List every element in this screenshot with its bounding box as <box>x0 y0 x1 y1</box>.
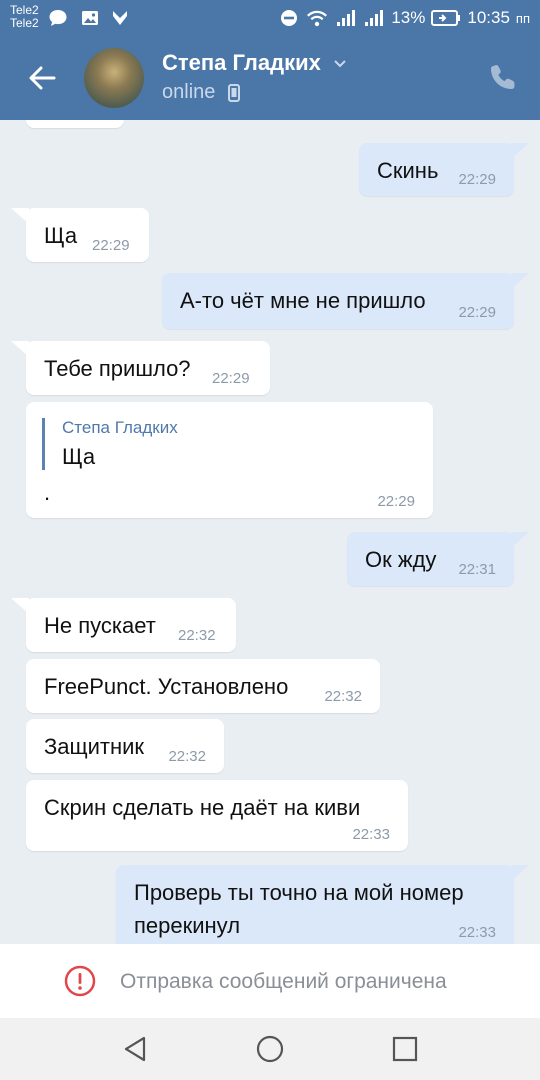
message-bubble-incoming[interactable]: Скрин сделать не даёт на киви 22:33 <box>26 780 408 851</box>
carrier-labels: Tele2 Tele2 <box>10 4 39 30</box>
message-time: 22:29 <box>92 237 130 254</box>
clock-ampm: пп <box>515 10 530 26</box>
message-text: FreePunct. Установлено <box>44 674 289 699</box>
message-bubble-partial <box>26 120 124 128</box>
signal-1-icon <box>337 10 356 26</box>
battery-percent: 13% <box>391 8 426 27</box>
message-text: . <box>44 480 51 505</box>
send-restricted-banner: Отправка сообщений ограничена <box>0 944 540 1018</box>
message-time: 22:29 <box>458 171 496 188</box>
gallery-notification-icon <box>82 11 98 25</box>
message-time: 22:32 <box>178 627 216 644</box>
message-text: Скинь <box>377 158 439 183</box>
chat-header: Степа Гладких online <box>0 36 540 120</box>
message-list[interactable]: Скинь 22:29 Ща 22:29 А-то чёт мне не при… <box>0 120 540 944</box>
nav-home-icon[interactable] <box>255 1034 285 1064</box>
message-text: А-то чёт мне не пришло <box>180 288 426 313</box>
message-time: 22:33 <box>458 924 496 941</box>
bubble-tail <box>511 273 529 289</box>
warning-icon <box>64 965 96 997</box>
message-bubble-reply[interactable]: Степа Гладких Ща . 22:29 <box>26 402 433 518</box>
vk-notification-icon <box>113 11 127 25</box>
message-bubble-incoming[interactable]: Ща 22:29 <box>26 208 149 262</box>
signal-2-icon <box>365 10 384 26</box>
bubble-tail <box>511 532 529 548</box>
message-time: 22:32 <box>168 748 206 765</box>
message-text-line-1: Проверь ты точно на мой номер <box>134 880 464 905</box>
message-bubble-incoming[interactable]: Защитник 22:32 <box>26 719 224 773</box>
message-text: Защитник <box>44 734 145 759</box>
message-time: 22:29 <box>377 493 415 510</box>
message-bubble-incoming[interactable]: Не пускает 22:32 <box>26 598 236 652</box>
phone-call-icon[interactable] <box>488 62 518 92</box>
chevron-down-icon[interactable] <box>332 56 348 72</box>
message-text: Скрин сделать не даёт на киви <box>44 795 361 820</box>
message-bubble-outgoing[interactable]: Проверь ты точно на мой номер перекинул … <box>116 865 514 944</box>
restriction-text: Отправка сообщений ограничена <box>120 970 447 993</box>
contact-name[interactable]: Степа Гладких <box>162 50 321 76</box>
chat-notification-icon <box>49 10 67 26</box>
message-text: Ща <box>44 223 78 248</box>
message-bubble-incoming[interactable]: Тебе пришло? 22:29 <box>26 341 270 395</box>
bubble-tail <box>511 143 529 159</box>
reply-quoted-text: Ща <box>62 444 96 469</box>
dnd-icon <box>281 10 298 26</box>
message-time: 22:29 <box>212 370 250 387</box>
message-text-line-2: перекинул <box>134 913 241 938</box>
message-time: 22:29 <box>458 304 496 321</box>
message-time: 22:32 <box>324 688 362 705</box>
message-text: Ок жду <box>365 547 437 572</box>
contact-status: online <box>162 81 216 103</box>
message-bubble-outgoing[interactable]: А-то чёт мне не пришло 22:29 <box>162 273 514 329</box>
avatar[interactable] <box>84 48 144 108</box>
bubble-tail <box>511 865 529 881</box>
message-bubble-incoming[interactable]: FreePunct. Установлено 22:32 <box>26 659 380 713</box>
message-text: Не пускает <box>44 613 156 638</box>
battery-icon <box>431 10 461 26</box>
clock: 10:35 <box>467 8 510 27</box>
reply-quote-bar <box>42 418 45 470</box>
back-arrow-icon[interactable] <box>26 62 58 94</box>
reply-author[interactable]: Степа Гладких <box>62 418 178 438</box>
nav-recents-icon[interactable] <box>390 1034 420 1064</box>
message-time: 22:31 <box>458 561 496 578</box>
carrier-2: Tele2 <box>10 16 39 30</box>
wifi-icon <box>307 10 328 27</box>
mobile-device-icon <box>228 84 240 102</box>
status-right: 13% 10:35 пп <box>279 8 530 28</box>
message-time: 22:33 <box>352 826 390 843</box>
message-text: Тебе пришло? <box>44 356 191 381</box>
nav-back-icon[interactable] <box>120 1034 150 1064</box>
system-nav-bar <box>0 1018 540 1080</box>
message-bubble-outgoing[interactable]: Скинь 22:29 <box>359 143 514 196</box>
message-bubble-outgoing[interactable]: Ок жду 22:31 <box>347 532 514 586</box>
status-bar: Tele2 Tele2 13% 10:35 пп <box>0 0 540 36</box>
